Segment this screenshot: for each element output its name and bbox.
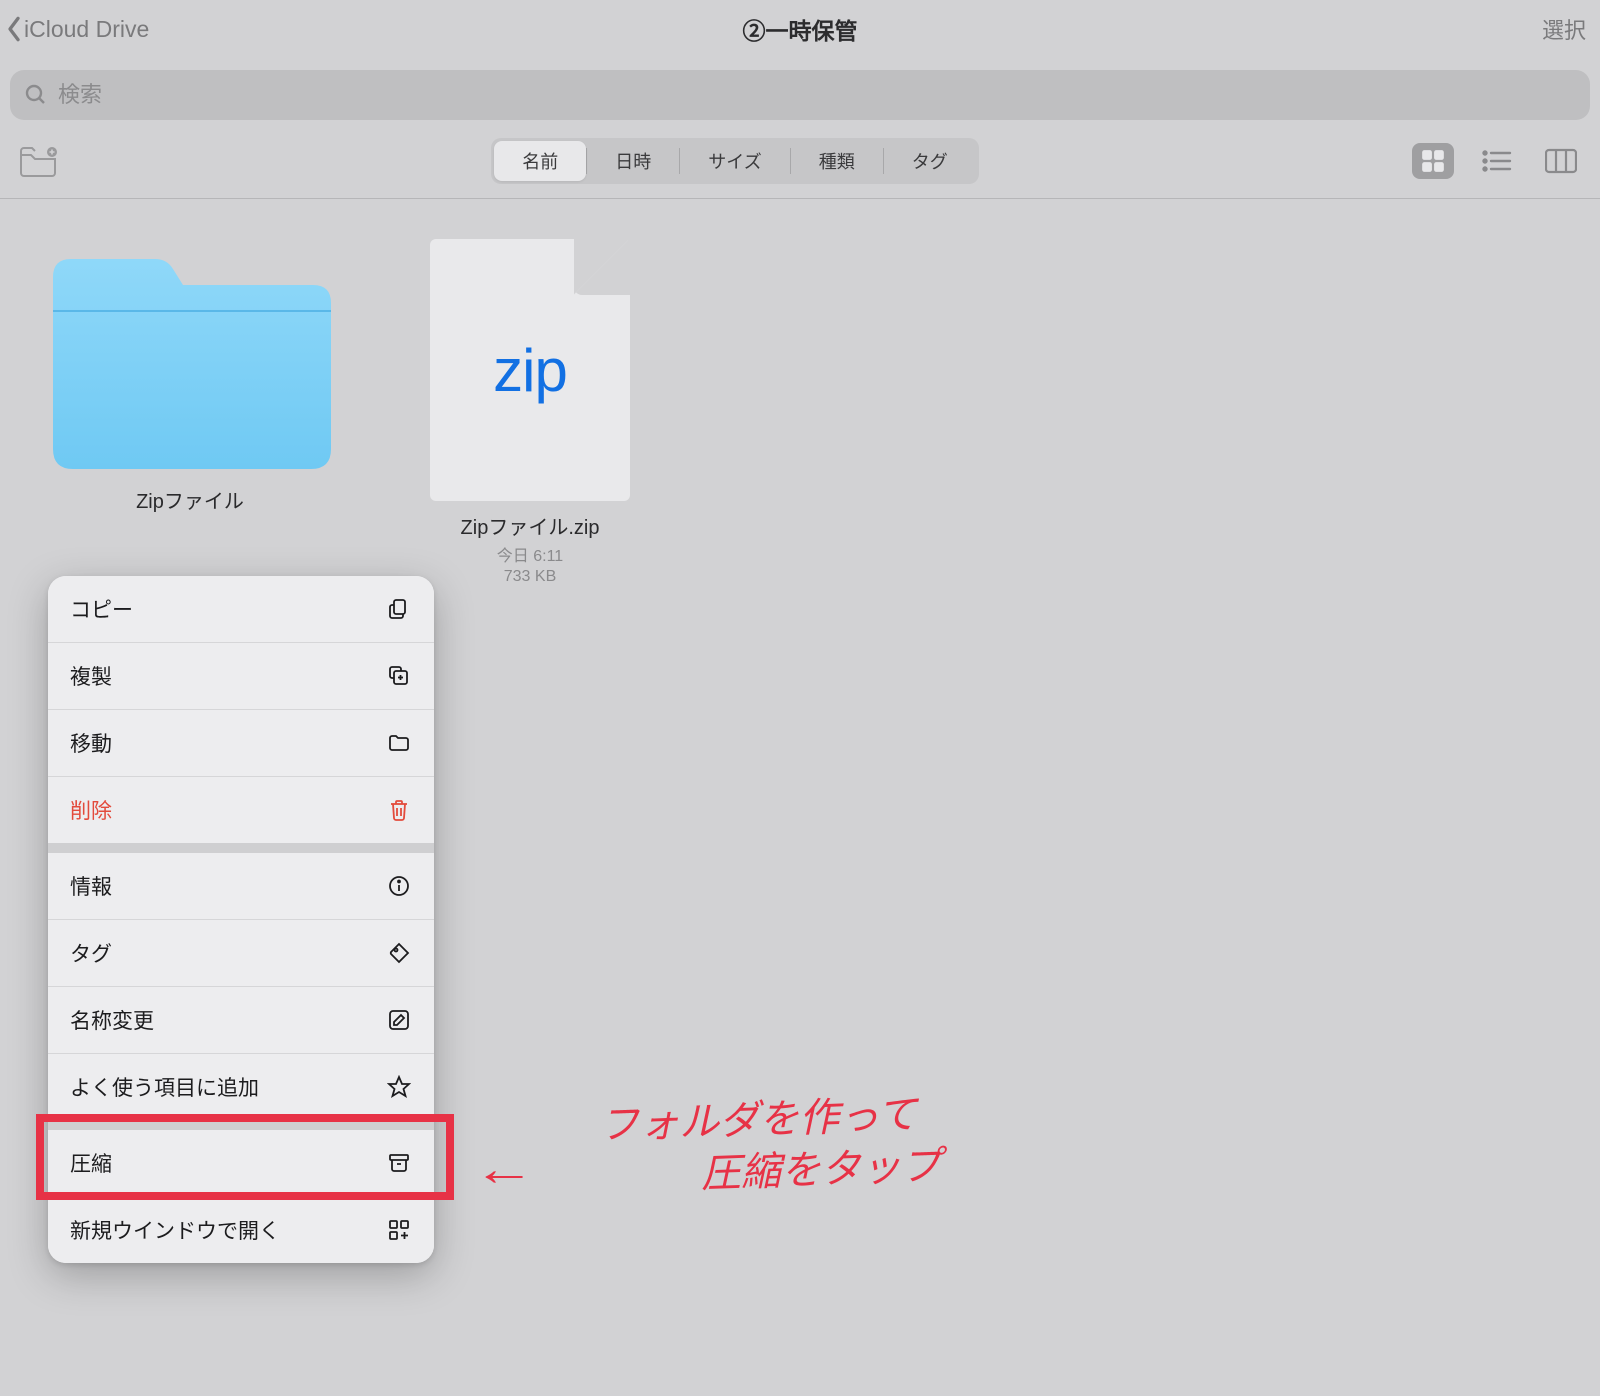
menu-move-label: 移動 [70,728,112,758]
info-icon [386,873,412,899]
search-icon [24,83,48,107]
grid-plus-icon [386,1217,412,1243]
zip-file-size: 733 KB [504,568,556,586]
zip-file-item[interactable]: zip Zipファイル.zip 今日 6:11 733 KB [420,239,640,586]
sort-kind[interactable]: 種類 [791,141,883,181]
menu-copy[interactable]: コピー [48,576,434,643]
sort-date[interactable]: 日時 [587,141,679,181]
menu-delete[interactable]: 削除 [48,777,434,843]
zip-file-date: 今日 6:11 [497,542,563,566]
view-columns-button[interactable] [1540,143,1582,179]
select-button[interactable]: 選択 [1542,13,1586,45]
back-button[interactable]: iCloud Drive [6,15,149,43]
menu-rename-label: 名称変更 [70,1005,154,1035]
page-title: ②一時保管 [743,12,858,46]
rename-icon [386,1007,412,1033]
menu-new-window[interactable]: 新規ウインドウで開く [48,1197,434,1263]
grid-icon [1420,148,1446,174]
menu-tag[interactable]: タグ [48,920,434,987]
folder-icon [386,730,412,756]
view-grid-button[interactable] [1412,143,1454,179]
menu-rename[interactable]: 名称変更 [48,987,434,1054]
menu-compress-label: 圧縮 [70,1148,112,1178]
menu-move[interactable]: 移動 [48,710,434,777]
columns-icon [1545,148,1577,174]
menu-tag-label: タグ [70,938,112,968]
context-menu: コピー 複製 移動 削除 情報 タグ 名称変更 よく使う項目 [48,576,434,1263]
menu-info[interactable]: 情報 [48,853,434,920]
sort-tag[interactable]: タグ [884,141,976,181]
menu-copy-label: コピー [70,594,133,624]
menu-delete-label: 削除 [70,795,112,825]
new-folder-button[interactable] [18,144,58,178]
tag-icon [386,940,412,966]
search-bar[interactable] [10,70,1590,120]
duplicate-icon [386,663,412,689]
zip-file-name: Zipファイル.zip [461,511,600,540]
zip-document-icon: zip [430,239,630,501]
folder-item[interactable]: Zipファイル [30,239,350,514]
sort-segmented-control: 名前 日時 サイズ 種類 タグ [491,138,978,184]
star-icon [386,1074,412,1100]
chevron-left-icon [6,15,22,43]
folder-name: Zipファイル [136,485,244,514]
sort-name[interactable]: 名前 [494,141,586,181]
archive-icon [386,1150,412,1176]
view-list-button[interactable] [1476,143,1518,179]
zip-badge: zip [493,336,567,405]
copy-icon [386,596,412,622]
menu-compress[interactable]: 圧縮 [48,1130,434,1197]
menu-new-window-label: 新規ウインドウで開く [70,1215,280,1245]
search-input[interactable] [58,82,1576,108]
back-label: iCloud Drive [24,16,149,43]
menu-duplicate[interactable]: 複製 [48,643,434,710]
menu-info-label: 情報 [70,871,112,901]
annotation-arrow: ← [473,1142,535,1197]
trash-icon [386,797,412,823]
menu-favorite[interactable]: よく使う項目に追加 [48,1054,434,1120]
menu-favorite-label: よく使う項目に追加 [70,1072,259,1102]
annotation-text: フォルダを作って 圧縮をタップ [478,1088,941,1208]
folder-icon [35,239,345,475]
menu-duplicate-label: 複製 [70,661,112,691]
sort-size[interactable]: サイズ [680,141,789,181]
list-icon [1482,148,1512,174]
